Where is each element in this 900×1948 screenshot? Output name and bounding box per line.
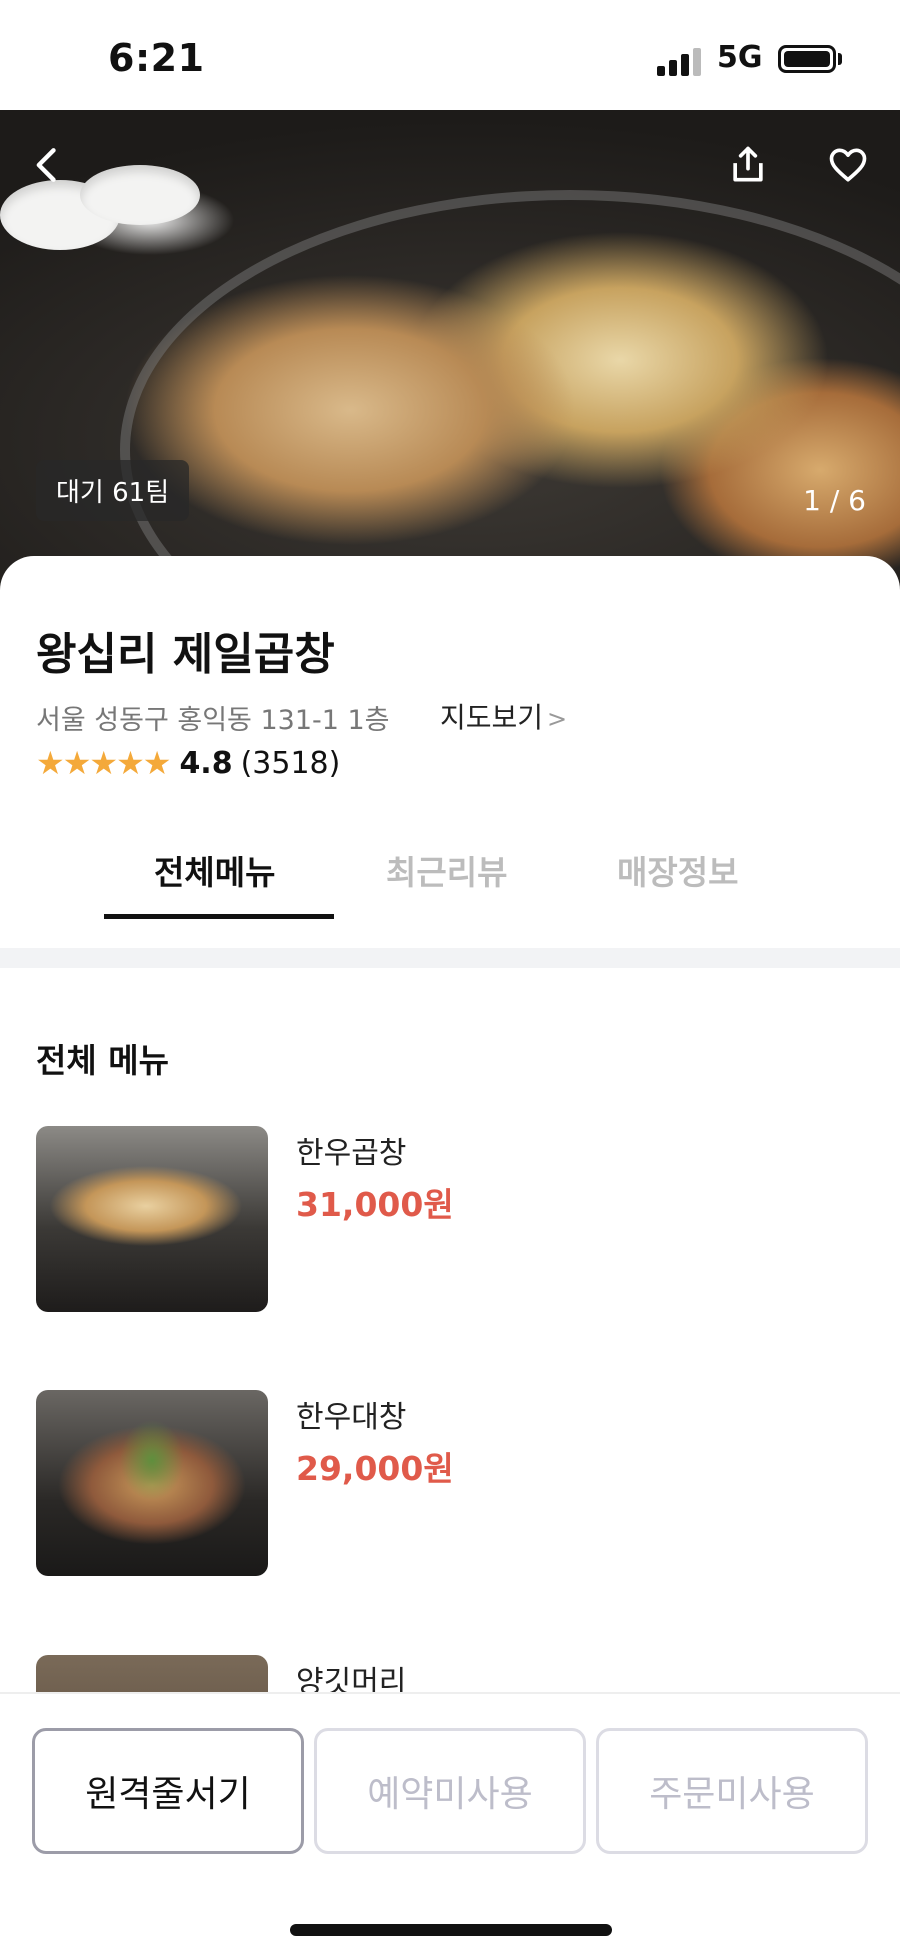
tab-recent-reviews[interactable]: 최근리뷰 [386,846,507,894]
menu-item-name: 한우대창 [296,1400,407,1435]
section-divider [0,948,900,968]
menu-item-photo [36,1390,268,1576]
map-view-link[interactable]: 지도보기 > [440,696,567,736]
home-indicator[interactable] [290,1924,612,1936]
menu-item[interactable]: 한우곱창 31,000원 [36,1126,866,1312]
bottom-action-bar: 원격줄서기 예약미사용 주문미사용 [0,1692,900,1948]
store-info-sheet: 왕십리 제일곱창 서울 성동구 홍익동 131-1 1층 지도보기 > ★★★★★… [0,556,900,956]
store-tabs: 전체메뉴 최근리뷰 매장정보 [0,824,900,924]
chevron-right-icon: > [547,705,568,733]
star-rating-icon: ★★★★★ [36,744,171,782]
share-icon [733,146,763,182]
sauce-dish [80,165,200,225]
menu-item[interactable]: 한우대창 29,000원 [36,1390,866,1576]
menu-item-price: 31,000원 [296,1185,454,1224]
review-count: (3518) [240,745,341,781]
status-time: 6:21 [108,36,205,80]
rating-row: ★★★★★ 4.8 (3518) [36,744,340,782]
remote-queue-button[interactable]: 원격줄서기 [32,1728,304,1854]
rating-value: 4.8 [179,745,233,781]
menu-item-photo [36,1126,268,1312]
heart-outline-icon [829,148,867,182]
order-disabled-button[interactable]: 주문미사용 [596,1728,868,1854]
store-address: 서울 성동구 홍익동 131-1 1층 [36,705,390,736]
active-tab-indicator [104,914,334,919]
network-label: 5G [717,40,763,75]
store-detail-screen: 6:21 5G 대기 61팀 1 / 6 왕십리 제일곱창 서울 성동구 홍익동… [0,0,900,1948]
map-link-label: 지도보기 [440,701,544,734]
battery-tip [838,53,842,65]
back-button[interactable] [18,135,78,195]
menu-item-price: 29,000원 [296,1449,454,1488]
like-button[interactable] [818,135,878,195]
share-button[interactable] [718,135,778,195]
signal-bars-icon [657,46,707,76]
tab-store-info[interactable]: 매장정보 [617,846,738,894]
reservation-disabled-button[interactable]: 예약미사용 [314,1728,586,1854]
grill-plate-shape [120,190,900,590]
tab-all-menu[interactable]: 전체메뉴 [154,846,275,894]
wait-count-badge: 대기 61팀 [36,460,190,521]
menu-section-title: 전체 메뉴 [36,1041,169,1080]
status-bar: 6:21 5G [0,0,900,110]
battery-icon [778,45,836,73]
photo-counter: 1 / 6 [803,484,866,517]
hero-photo[interactable]: 대기 61팀 1 / 6 [0,110,900,590]
store-name: 왕십리 제일곱창 [36,629,335,680]
menu-item-name: 한우곱창 [296,1136,407,1171]
chevron-left-icon [36,148,56,182]
